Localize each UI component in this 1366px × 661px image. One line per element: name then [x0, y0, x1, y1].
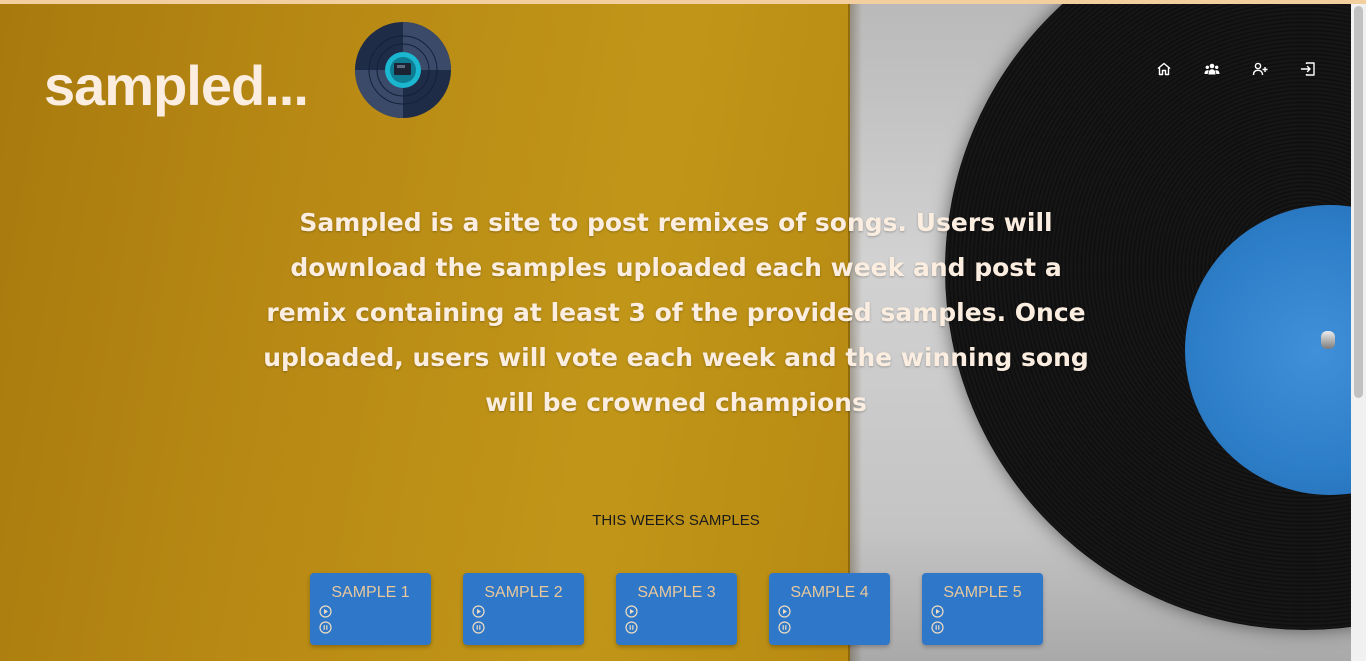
- sample-title: SAMPLE 2: [484, 584, 563, 601]
- main-nav: [1150, 56, 1322, 82]
- pause-circle-icon[interactable]: [472, 621, 485, 634]
- sample-card: SAMPLE 2: [463, 573, 584, 645]
- sample-title: SAMPLE 5: [943, 584, 1022, 601]
- background-spindle: [1321, 331, 1335, 349]
- site-description: Sampled is a site to post remixes of son…: [263, 208, 1089, 417]
- site-title: sampled...: [44, 54, 309, 117]
- pause-circle-icon[interactable]: [625, 621, 638, 634]
- play-circle-icon[interactable]: [931, 605, 944, 618]
- pause-circle-icon[interactable]: [931, 621, 944, 634]
- sample-title: SAMPLE 4: [790, 584, 869, 601]
- users-group-icon[interactable]: [1198, 56, 1226, 82]
- sample-title: SAMPLE 1: [331, 584, 410, 601]
- vinyl-record-logo: [354, 21, 452, 119]
- samples-list: SAMPLE 1 SAMPLE 2 SAMPLE 3 SAMPLE 4 SAMP…: [310, 573, 1043, 645]
- home-icon[interactable]: [1150, 56, 1178, 82]
- samples-heading: THIS WEEKS SAMPLES: [592, 512, 760, 529]
- play-circle-icon[interactable]: [778, 605, 791, 618]
- sample-card: SAMPLE 4: [769, 573, 890, 645]
- login-icon[interactable]: [1294, 56, 1322, 82]
- sample-title: SAMPLE 3: [637, 584, 716, 601]
- sample-card: SAMPLE 3: [616, 573, 737, 645]
- play-circle-icon[interactable]: [472, 605, 485, 618]
- sample-card: SAMPLE 5: [922, 573, 1043, 645]
- play-circle-icon[interactable]: [625, 605, 638, 618]
- scrollbar-thumb[interactable]: [1354, 6, 1363, 398]
- sample-card: SAMPLE 1: [310, 573, 431, 645]
- page-background: sampled... Sampled is a site to post rem…: [0, 0, 1366, 661]
- pause-circle-icon[interactable]: [319, 621, 332, 634]
- user-add-icon[interactable]: [1246, 56, 1274, 82]
- vertical-scrollbar[interactable]: [1351, 4, 1366, 661]
- pause-circle-icon[interactable]: [778, 621, 791, 634]
- play-circle-icon[interactable]: [319, 605, 332, 618]
- top-accent-line: [0, 0, 1366, 4]
